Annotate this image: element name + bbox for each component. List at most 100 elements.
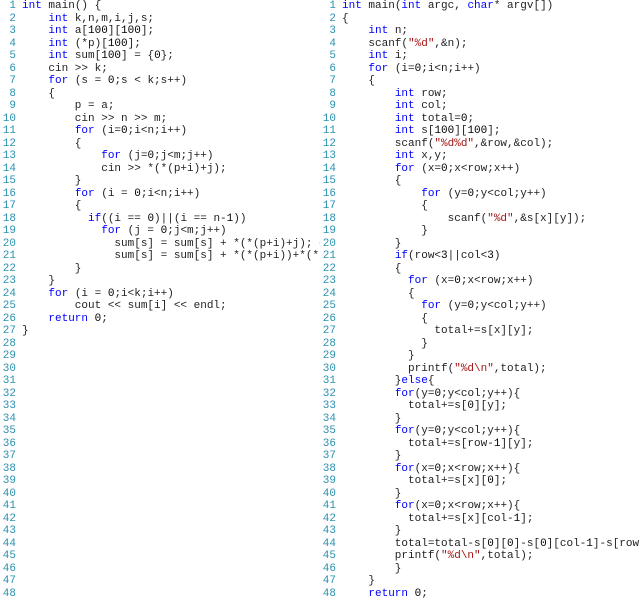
code-line: }: [342, 338, 640, 351]
token-pln: {: [342, 175, 401, 187]
line-number: 14: [0, 163, 16, 176]
code-line: for (i=0;i<n;i++): [22, 125, 320, 138]
token-pln: (j =: [121, 225, 161, 237]
line-number: 21: [320, 250, 336, 263]
code-line: [22, 550, 320, 563]
token-kw: int: [368, 25, 388, 37]
token-pln: ][: [454, 125, 467, 137]
line-number: 2: [0, 13, 16, 26]
token-kw: int: [22, 0, 42, 12]
line-number: 7: [0, 75, 16, 88]
code-line: [22, 363, 320, 376]
line-number: 40: [320, 488, 336, 501]
line-number: 7: [320, 75, 336, 88]
line-number: 16: [320, 188, 336, 201]
line-number: 43: [0, 525, 16, 538]
code-line: int x,y;: [342, 150, 640, 163]
token-pln: ]-s[: [514, 538, 540, 550]
token-pln: ]-s[row-: [593, 538, 640, 550]
code-line: [22, 413, 320, 426]
token-pln: (y=: [441, 188, 467, 200]
token-pln: }: [342, 238, 401, 250]
token-pln: a[: [68, 25, 88, 37]
line-number: 38: [0, 463, 16, 476]
code-line: int total=0;: [342, 113, 640, 126]
token-kw: return: [48, 313, 88, 325]
token-pln: }: [22, 175, 81, 187]
token-num: 0: [487, 475, 494, 487]
token-str: "%d\n": [454, 363, 494, 375]
line-number: 10: [0, 113, 16, 126]
token-pln: main() {: [42, 0, 101, 12]
token-kw: int: [395, 88, 415, 100]
code-line: return 0;: [342, 588, 640, 601]
token-pln: ][: [108, 25, 121, 37]
token-kw: for: [101, 225, 121, 237]
line-number: 30: [320, 363, 336, 376]
token-pln: total=total-s[: [342, 538, 487, 550]
line-number: 20: [0, 238, 16, 251]
code-line: [22, 500, 320, 513]
code-line: {: [342, 13, 640, 26]
token-pln: ): [494, 250, 501, 262]
code-line: p = a;: [22, 100, 320, 113]
line-number: 25: [320, 300, 336, 313]
token-kw: for: [48, 75, 68, 87]
token-pln: [22, 388, 29, 400]
token-pln: }: [342, 350, 415, 362]
line-number: 19: [320, 225, 336, 238]
code-line: [22, 563, 320, 576]
token-pln: }: [342, 375, 401, 387]
line-number: 21: [0, 250, 16, 263]
line-number: 5: [320, 50, 336, 63]
code-line: }: [342, 575, 640, 588]
code-line: [22, 588, 320, 601]
code-line: for (y=0;y<col;y++): [342, 188, 640, 201]
token-pln: ;i<n;i++): [141, 188, 200, 200]
line-number: 13: [320, 150, 336, 163]
code-line: sum[s] = sum[s] + *(*(p+i)+j); else: [22, 238, 320, 251]
token-pln: [22, 413, 29, 425]
code-line: int main() {: [22, 0, 320, 13]
token-pln: [342, 113, 395, 125]
token-pln: {: [342, 263, 401, 275]
code-line: }: [342, 350, 640, 363]
token-kw: for: [101, 150, 121, 162]
code-line: total+=s[x][col-1];: [342, 513, 640, 526]
token-pln: [342, 150, 395, 162]
token-pln: main(: [362, 0, 402, 12]
code-line: [22, 388, 320, 401]
code-line: for (x=0;x<row;x++): [342, 275, 640, 288]
token-pln: i;: [388, 50, 408, 62]
line-number: 37: [0, 450, 16, 463]
token-pln: {: [342, 313, 428, 325]
token-num: 0: [454, 275, 461, 287]
token-pln: }: [342, 450, 401, 462]
token-kw: for: [395, 463, 415, 475]
line-number: 35: [320, 425, 336, 438]
code-line: }: [342, 450, 640, 463]
code-line: [22, 375, 320, 388]
token-pln: ;j<m;j++): [167, 225, 226, 237]
token-pln: [342, 100, 395, 112]
token-kw: for: [395, 500, 415, 512]
token-pln: [22, 313, 48, 325]
line-number: 27: [0, 325, 16, 338]
line-number: 18: [0, 213, 16, 226]
token-pln: [342, 25, 368, 37]
token-pln: {: [428, 375, 435, 387]
line-number: 43: [320, 525, 336, 538]
line-number: 19: [0, 225, 16, 238]
code-line: cin >> *(*(p+i)+j);: [22, 163, 320, 176]
line-number: 48: [0, 588, 16, 601]
token-pln: [22, 500, 29, 512]
token-pln: }: [22, 275, 55, 287]
line-number: 20: [320, 238, 336, 251]
line-number: 8: [0, 88, 16, 101]
line-number: 17: [0, 200, 16, 213]
line-number: 33: [0, 400, 16, 413]
code-line: cin >> k;: [22, 63, 320, 76]
token-pln: [22, 125, 75, 137]
token-pln: [342, 588, 368, 600]
code-line: for (j = 0;j<m;j++): [22, 225, 320, 238]
